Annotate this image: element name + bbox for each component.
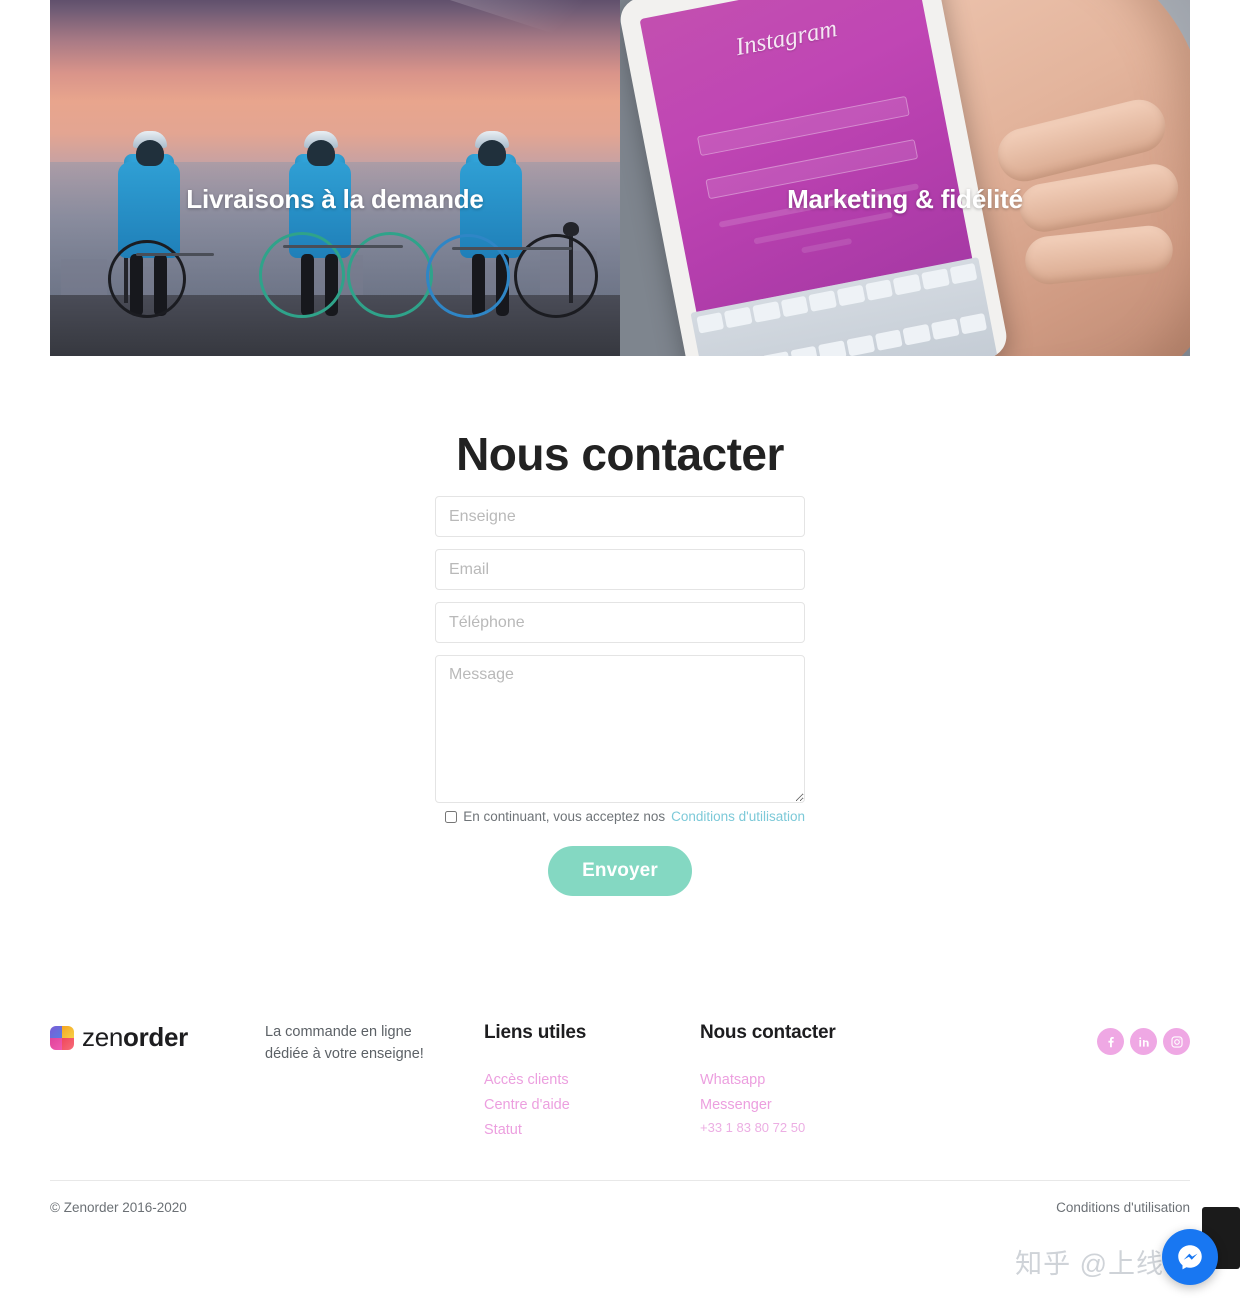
footer-link-statut[interactable]: Statut [484, 1120, 586, 1141]
terms-label: En continuant, vous acceptez nos [463, 809, 666, 824]
terms-row: En continuant, vous acceptez nos Conditi… [435, 809, 805, 824]
logo-order: order [123, 1022, 188, 1052]
contact-form: En continuant, vous acceptez nos Conditi… [435, 496, 805, 896]
email-input[interactable] [435, 549, 805, 590]
footer-link-messenger[interactable]: Messenger [700, 1095, 836, 1116]
bottom-terms-link[interactable]: Conditions d'utilisation [1056, 1200, 1190, 1215]
footer-divider [50, 1180, 1190, 1181]
copyright-text: © Zenorder 2016-2020 [50, 1200, 187, 1215]
logo-wordmark: zenorder [82, 1022, 188, 1053]
footer-logo[interactable]: zenorder [50, 1022, 188, 1053]
footer-bottom-bar: © Zenorder 2016-2020 Conditions d'utilis… [50, 1200, 1190, 1215]
messenger-chat-button[interactable] [1162, 1229, 1218, 1285]
enseigne-input[interactable] [435, 496, 805, 537]
page-title: Nous contacter [456, 427, 784, 480]
footer-contact-column: Nous contacter Whatsapp Messenger +33 1 … [700, 1022, 836, 1135]
telephone-input[interactable] [435, 602, 805, 643]
footer-tagline: La commande en ligne dédiée à votre ense… [265, 1024, 424, 1062]
send-button[interactable]: Envoyer [548, 846, 692, 896]
footer-links-title: Liens utiles [484, 1022, 587, 1043]
footer-contact-title: Nous contacter [700, 1022, 836, 1043]
footer-link-acces-clients[interactable]: Accès clients [484, 1070, 586, 1091]
footer-social-links [1097, 1028, 1190, 1055]
facebook-icon[interactable] [1097, 1028, 1124, 1055]
hero-label-marketing: Marketing & fidélité [787, 184, 1023, 214]
footer-phone-number: +33 1 83 80 72 50 [700, 1120, 806, 1136]
linkedin-icon[interactable] [1130, 1028, 1157, 1055]
zenorder-grid-icon [50, 1025, 74, 1050]
site-footer: zenorder La commande en ligne dédiée à v… [50, 1010, 1190, 1170]
hero-banner: Livraisons à la demande Instagram Market… [50, 0, 1190, 356]
smartphone: Instagram [620, 0, 1011, 356]
instagram-icon[interactable] [1163, 1028, 1190, 1055]
instagram-wordmark: Instagram [733, 15, 840, 62]
footer-link-whatsapp[interactable]: Whatsapp [700, 1070, 836, 1091]
footer-links-column: Liens utiles Accès clients Centre d'aide… [484, 1022, 586, 1145]
hero-card-marketing[interactable]: Instagram Marketing & fidélité [620, 0, 1190, 356]
hero-card-deliveries[interactable]: Livraisons à la demande [50, 0, 620, 356]
message-textarea[interactable] [435, 655, 805, 803]
logo-zen: zen [82, 1022, 124, 1052]
terms-link[interactable]: Conditions d'utilisation [671, 809, 805, 824]
footer-link-centre-aide[interactable]: Centre d'aide [484, 1095, 586, 1116]
hero-label-deliveries: Livraisons à la demande [186, 184, 484, 214]
terms-checkbox[interactable] [445, 810, 458, 823]
